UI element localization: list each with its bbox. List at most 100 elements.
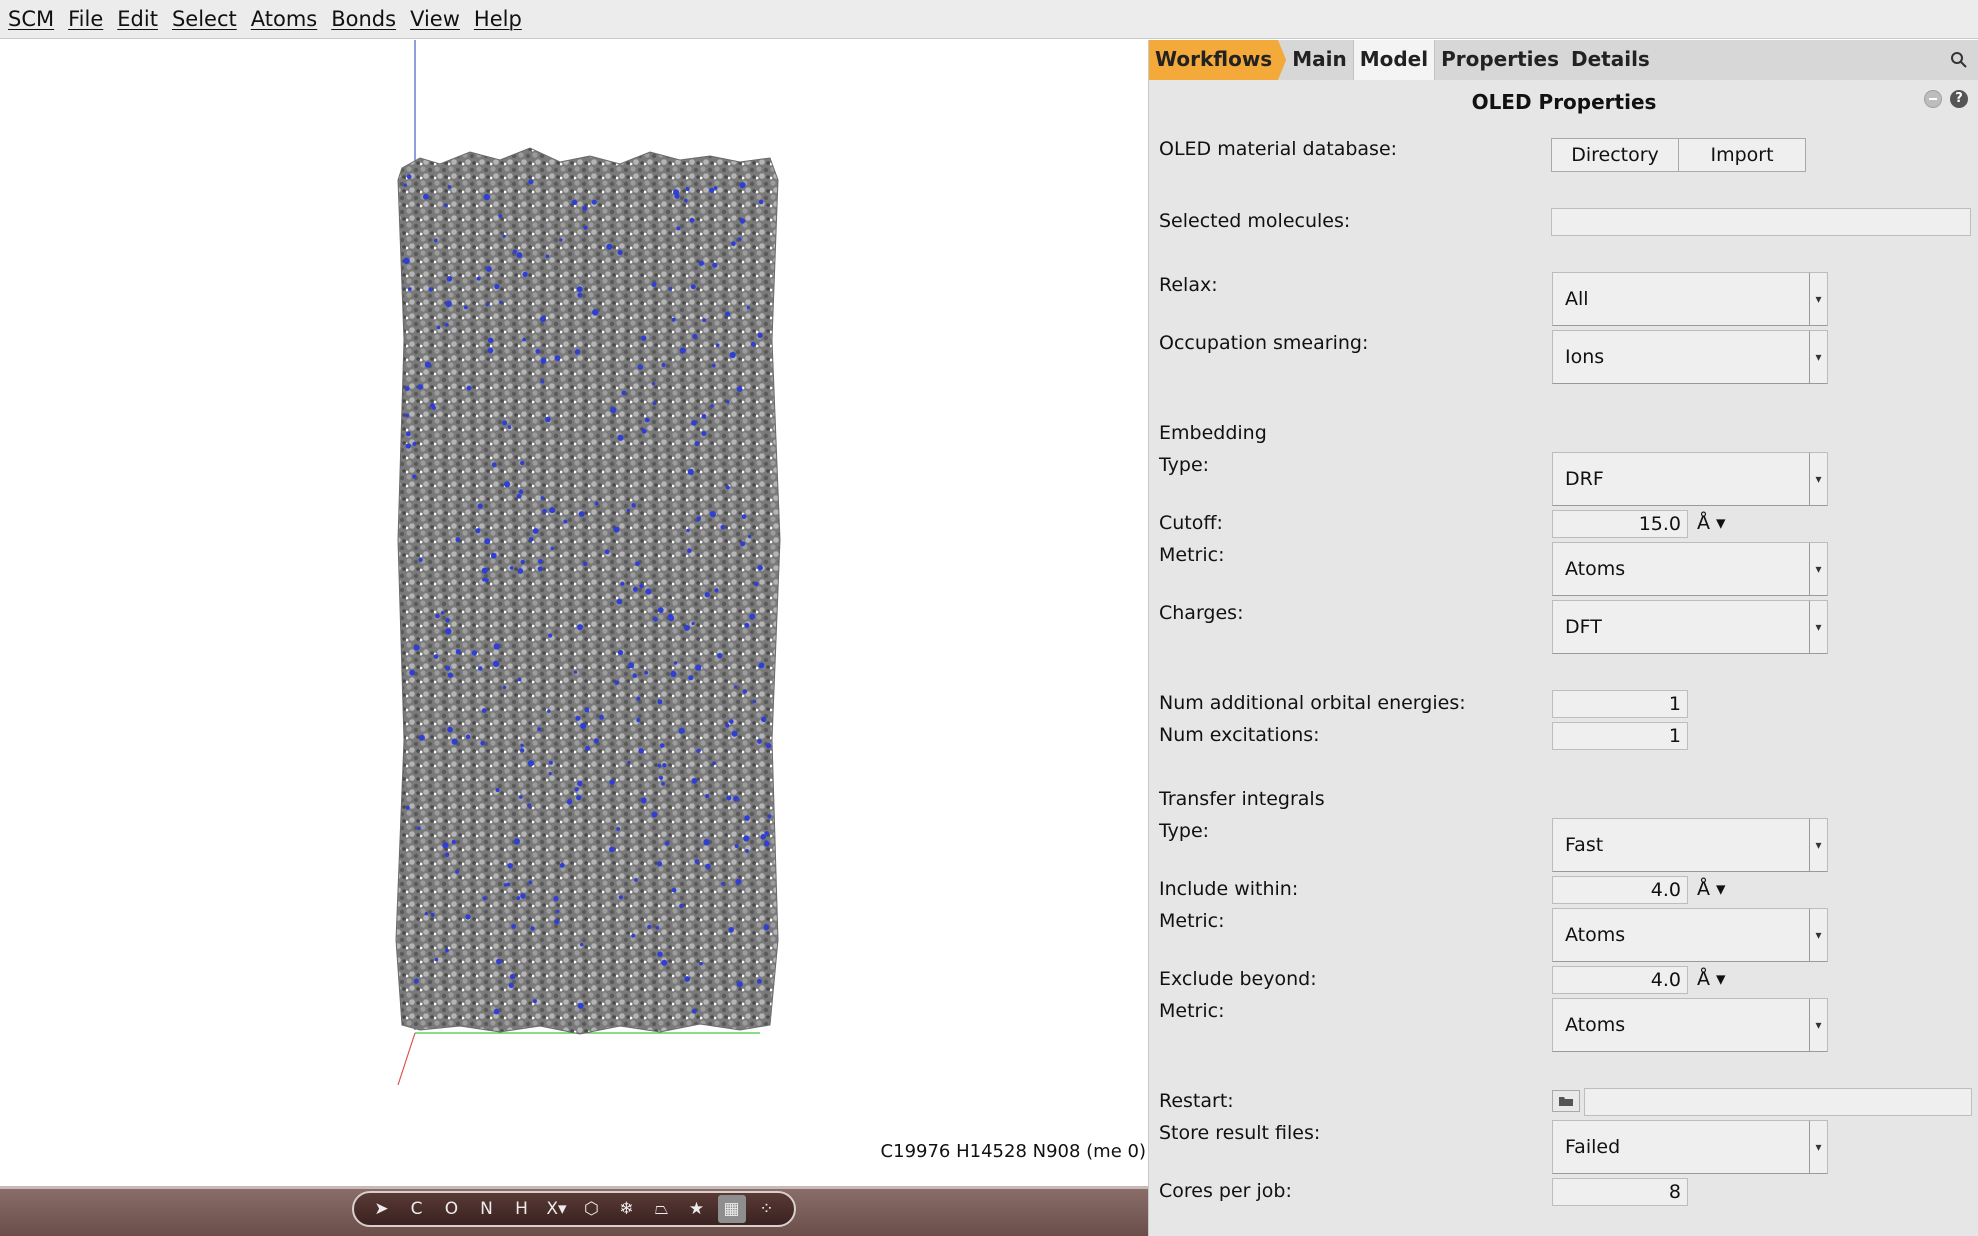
nitrogen-atom	[735, 878, 742, 885]
include-within-input[interactable]: 4.0	[1552, 876, 1688, 904]
include-metric-value: Atoms	[1565, 924, 1626, 946]
menu-edit[interactable]: Edit	[117, 7, 158, 31]
restart-path-field[interactable]	[1584, 1088, 1972, 1116]
nitrogen-atom	[484, 578, 489, 583]
chevron-down-icon: ▾	[1809, 1121, 1827, 1173]
exclude-metric-select[interactable]: Atoms ▾	[1552, 998, 1828, 1052]
num-excitations-input[interactable]: 1	[1552, 722, 1688, 750]
nitrogen-atom	[520, 460, 525, 466]
nitrogen-atom	[516, 896, 521, 901]
embedding-metric-select[interactable]: Atoms ▾	[1552, 542, 1828, 596]
tab-details[interactable]: Details	[1565, 40, 1656, 80]
nitrogen-atom	[591, 199, 597, 205]
menu-select[interactable]: Select	[172, 7, 237, 31]
transfer-integrals-header: Transfer integrals	[1159, 788, 1325, 810]
nitrogen-icon[interactable]: N	[473, 1195, 501, 1223]
chevron-down-icon: ▾	[1809, 601, 1827, 653]
nitrogen-atom	[594, 501, 599, 506]
nitrogen-atom	[709, 511, 717, 518]
nitrogen-atom	[757, 739, 762, 744]
include-unit-select[interactable]: Å ▾	[1697, 878, 1726, 900]
hydrogen-icon[interactable]: H	[508, 1195, 536, 1223]
nitrogen-atom	[542, 509, 547, 514]
exclude-unit-select[interactable]: Å ▾	[1697, 968, 1726, 990]
relax-select[interactable]: All ▾	[1552, 272, 1828, 326]
nitrogen-atom	[679, 347, 686, 354]
nitrogen-atom	[734, 685, 738, 689]
carbon-icon[interactable]: C	[403, 1195, 431, 1223]
molecule-canvas[interactable]	[0, 40, 1148, 1186]
nitrogen-atom	[652, 401, 657, 406]
tab-model[interactable]: Model	[1352, 40, 1436, 80]
molecule-viewer[interactable]: C19976 H14528 N908 (me 0)	[0, 40, 1148, 1186]
tab-workflows[interactable]: Workflows	[1149, 40, 1287, 80]
nitrogen-atom	[447, 726, 453, 733]
menu-atoms[interactable]: Atoms	[251, 7, 317, 31]
nitrogen-atom	[434, 238, 438, 243]
search-icon[interactable]	[1949, 50, 1969, 70]
nitrogen-atom	[443, 203, 448, 208]
nitrogen-atom	[725, 723, 730, 728]
nitrogen-atom	[640, 797, 647, 804]
structure-icon[interactable]: ❄	[613, 1195, 641, 1223]
nitrogen-atom	[585, 745, 591, 751]
star-icon[interactable]: ★	[683, 1195, 711, 1223]
help-icon[interactable]: ?	[1950, 90, 1968, 108]
menu-help[interactable]: Help	[474, 7, 522, 31]
cutoff-input[interactable]: 15.0	[1552, 510, 1688, 538]
ti-type-select[interactable]: Fast ▾	[1552, 818, 1828, 872]
num-orbital-input[interactable]: 1	[1552, 690, 1688, 718]
nitrogen-atom	[609, 779, 615, 785]
charges-select[interactable]: DFT ▾	[1552, 600, 1828, 654]
nitrogen-atom	[424, 361, 431, 368]
nitrogen-atom	[742, 689, 748, 694]
collapse-icon[interactable]	[1924, 90, 1942, 108]
nitrogen-atom	[547, 709, 551, 713]
menu-view[interactable]: View	[410, 7, 460, 31]
cores-input[interactable]: 8	[1552, 1178, 1688, 1206]
grid-icon[interactable]: ▦	[717, 1195, 746, 1223]
nitrogen-atom	[609, 846, 615, 853]
nitrogen-atom	[746, 305, 751, 310]
nitrogen-atom	[566, 799, 573, 805]
ring-icon[interactable]: ⬡	[578, 1195, 606, 1223]
nitrogen-atom	[678, 727, 685, 734]
nitrogen-atom	[436, 325, 441, 330]
nitrogen-atom	[575, 715, 581, 721]
dots-icon[interactable]: ⁘	[753, 1195, 781, 1223]
exclude-metric-label: Metric:	[1159, 1000, 1225, 1022]
menu-bonds[interactable]: Bonds	[331, 7, 396, 31]
tab-main[interactable]: Main	[1286, 40, 1353, 80]
other-element-icon[interactable]: X▾	[543, 1195, 571, 1223]
nitrogen-atom	[662, 763, 667, 768]
pointer-icon[interactable]: ➤	[368, 1195, 396, 1223]
nitrogen-atom	[573, 670, 578, 674]
nitrogen-atom	[757, 332, 763, 338]
oxygen-icon[interactable]: O	[438, 1195, 466, 1223]
store-result-select[interactable]: Failed ▾	[1552, 1120, 1828, 1174]
nitrogen-atom	[636, 717, 641, 723]
chevron-down-icon: ▾	[1809, 273, 1827, 325]
import-button[interactable]: Import	[1678, 138, 1806, 172]
nitrogen-atom	[651, 382, 656, 386]
tab-properties[interactable]: Properties	[1435, 40, 1565, 80]
nitrogen-atom	[740, 541, 746, 547]
include-metric-select[interactable]: Atoms ▾	[1552, 908, 1828, 962]
menu-file[interactable]: File	[68, 7, 103, 31]
cutoff-unit-select[interactable]: Å ▾	[1697, 512, 1726, 534]
folder-icon[interactable]	[1552, 1090, 1580, 1112]
nitrogen-atom	[750, 341, 756, 347]
nitrogen-atom	[491, 462, 497, 468]
menu-scm[interactable]: SCM	[8, 7, 54, 31]
embedding-type-select[interactable]: DRF ▾	[1552, 452, 1828, 506]
nitrogen-atom	[713, 186, 718, 190]
directory-button[interactable]: Directory	[1551, 138, 1679, 172]
selected-molecules-field[interactable]	[1551, 208, 1971, 236]
nitrogen-atom	[720, 524, 726, 530]
exclude-beyond-input[interactable]: 4.0	[1552, 966, 1688, 994]
bookmark-icon[interactable]: ⏢	[648, 1195, 676, 1223]
nitrogen-atom	[632, 673, 637, 678]
nitrogen-atom	[690, 284, 696, 290]
nitrogen-atom	[692, 334, 698, 339]
smearing-select[interactable]: Ions ▾	[1552, 330, 1828, 384]
